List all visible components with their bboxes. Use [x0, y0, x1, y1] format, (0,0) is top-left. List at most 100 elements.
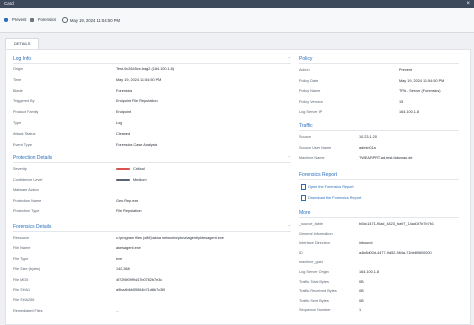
- field-label: ID: [299, 250, 303, 255]
- more-row: Interface Direction inbound: [299, 240, 459, 246]
- field-value: exe: [116, 256, 122, 262]
- field-value-text: 4f72f6f09f9447b0782b7e3c: [116, 277, 163, 282]
- field-value: 10.23.1.20: [359, 134, 377, 140]
- forensics-details-row: Resource c:\program files (x86)\akna netw…: [13, 235, 286, 241]
- field-value: Cleaned: [116, 131, 130, 137]
- forensics-details-row: Remediated Files...: [13, 308, 286, 314]
- field-value: TWEARPRT.ad.test-fabonau.de: [359, 155, 413, 161]
- field-value: 164.100.1.8: [359, 269, 379, 275]
- field-label: Time: [13, 77, 22, 82]
- protection-details-row: Severity Critical: [13, 166, 286, 172]
- more-row: Traffic Sent Bytes 0B: [299, 298, 459, 304]
- forensics-report-header[interactable]: Forensics Report: [299, 171, 459, 180]
- tab-bar: DETAILS: [0, 38, 474, 51]
- field-value-text: Medium: [133, 177, 147, 182]
- field-value: Forensics: [116, 88, 132, 94]
- field-value: admin01a: [359, 145, 376, 151]
- clock-icon: [62, 17, 68, 23]
- protection-details-title: Protection Details: [13, 155, 53, 161]
- field-label: Blade: [13, 88, 23, 93]
- document-icon: [301, 195, 306, 201]
- field-label: Policy Version: [299, 99, 323, 104]
- field-value: Gen.Rep.exe: [116, 198, 138, 204]
- log-info-row: Blade Forensics: [13, 88, 286, 94]
- field-label: Traffic Received Bytes: [299, 289, 337, 294]
- log-info-row: Triggered By Endpoint File Reputation: [13, 98, 286, 104]
- policy-row: Policy Version 15: [299, 99, 459, 105]
- field-value: Log: [116, 120, 122, 126]
- download-report-text[interactable]: Download the Forensics Report: [308, 196, 361, 200]
- traffic-header[interactable]: Traffic: [299, 122, 459, 131]
- field-value-text: 0B: [359, 298, 364, 303]
- field-label: File Name: [13, 246, 31, 251]
- forensics-details-row: File Name akesagent.exe: [13, 245, 286, 251]
- forensics-details-title: Forensics Details: [13, 224, 52, 230]
- more-header[interactable]: More: [299, 209, 459, 218]
- open-report-link[interactable]: Open the Forensics Report: [299, 184, 459, 190]
- field-label: Attack Status: [13, 131, 36, 136]
- open-report-text[interactable]: Open the Forensics Report: [308, 185, 354, 189]
- collapse-icon[interactable]: ⌃: [288, 55, 291, 63]
- forensics-report-title: Forensics Report: [299, 172, 338, 178]
- log-info-row: Attack Status Cleaned: [13, 131, 286, 137]
- field-label: Interface Direction: [299, 241, 330, 246]
- policy-row: Log Server IP 164.100.1.8: [299, 109, 459, 115]
- field-value-text: b0dc1471-f0ad_4423_ba97_14ad1f7b7b7b1: [359, 222, 434, 226]
- field-value-text: May 19, 2024 11:54:50 PM: [116, 77, 162, 82]
- log-info-row: Event Type Forensics Case Analysis: [13, 142, 286, 148]
- policy-header[interactable]: Policy: [299, 55, 459, 64]
- close-icon[interactable]: ×: [462, 0, 470, 8]
- policy-row: Policy Name TPA - Server (Forensics): [299, 88, 459, 94]
- policy-title: Policy: [299, 56, 313, 62]
- field-label: Source: [299, 135, 312, 139]
- field-value-text: c:\program files (x86)\akna networks\pkn…: [116, 236, 224, 240]
- field-label: Log Server IP: [299, 110, 323, 115]
- log-info-row: Origin Test-9c2645ce-bag2 (184.100.1.8): [13, 66, 286, 72]
- field-value: Medium: [116, 177, 147, 183]
- field-value: b0dc1471-f0ad_4423_ba97_14ad1f7b7b7b1: [359, 221, 434, 227]
- download-report-link[interactable]: Download the Forensics Report: [299, 195, 459, 201]
- field-value-text: Endpoint: [116, 110, 131, 115]
- protection-details-row: Protection Name Gen.Rep.exe: [13, 198, 286, 204]
- field-value-text: File Reputation: [116, 209, 142, 214]
- protection-details-header[interactable]: Protection Details ⌃: [13, 154, 291, 163]
- details-panel: Log Info ⌃ Origin Test-9c2645ce-bag2 (184…: [5, 49, 471, 325]
- field-label: Machine Name: [299, 156, 325, 161]
- field-value-text: ...: [116, 308, 120, 313]
- collapse-icon[interactable]: ⌃: [288, 154, 291, 162]
- severity-bar: [116, 178, 130, 181]
- field-value-text: 142,368: [116, 267, 130, 272]
- forensics-details-row: File MD5 4f72f6f09f9447b0782b7e3c: [13, 277, 286, 283]
- field-value: 164.100.1.8: [399, 109, 419, 115]
- time-label: May 19, 2024 11:54:50 PM: [70, 17, 120, 23]
- collapse-icon[interactable]: ⌃: [288, 223, 291, 231]
- forensics-details-row: File Type exe: [13, 256, 286, 262]
- field-label: File SHA256: [13, 298, 35, 303]
- traffic-row: Machine Name TWEARPRT.ad.test-fabonau.de: [299, 155, 459, 161]
- title-bar: Card ×: [0, 0, 474, 8]
- field-value-text: Cleaned: [116, 131, 131, 136]
- field-value: a9ba4b6b55564b71d8b7c3f9: [116, 287, 165, 293]
- field-label: Source User Name: [299, 145, 332, 150]
- log-info-header[interactable]: Log Info ⌃: [13, 55, 291, 64]
- summary-bar: Prevent Forensics May 19, 2024 11:54:50 …: [0, 8, 474, 33]
- field-value: 1: [359, 307, 361, 313]
- field-label: Confidence Level: [13, 177, 43, 182]
- field-value-text: 15: [399, 99, 404, 104]
- log-info-row: Product Family Endpoint: [13, 109, 286, 115]
- policy-row: Policy Date May 19, 2024 11:54:50 PM: [299, 78, 459, 84]
- field-label: File Type: [13, 256, 29, 261]
- field-value: Endpoint File Reputation: [116, 98, 158, 104]
- policy-row: Action Prevent: [299, 67, 459, 73]
- field-label: Protection Name: [13, 198, 42, 203]
- field-label: Event Type: [13, 142, 32, 147]
- field-value-text: a4b8d00d-4477-9d52-964a-71bb89600000: [359, 250, 432, 255]
- forensics-details-header[interactable]: Forensics Details ⌃: [13, 223, 291, 232]
- field-value: Prevent: [399, 67, 412, 73]
- field-label: Policy Date: [299, 78, 319, 83]
- field-value-text: exe: [116, 256, 123, 261]
- field-label: Policy Name: [299, 89, 321, 94]
- field-value-text: May 19, 2024 11:54:50 PM: [399, 78, 445, 83]
- field-value-text: TWEARPRT.ad.test-fabonau.de: [359, 156, 413, 161]
- more-row: Log Server Origin 164.100.1.8: [299, 269, 459, 275]
